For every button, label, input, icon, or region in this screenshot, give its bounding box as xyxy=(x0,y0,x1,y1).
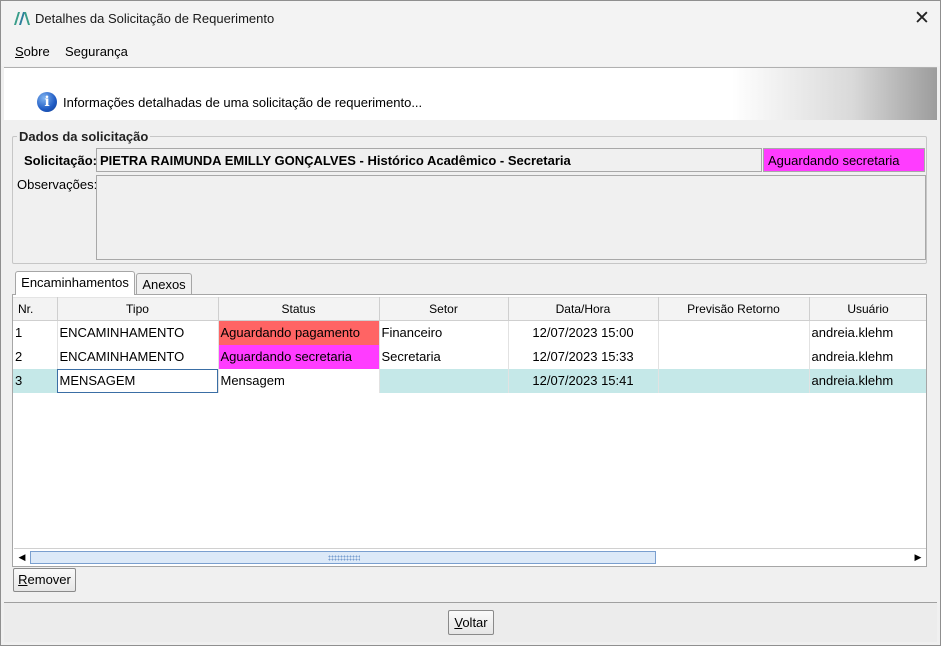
scrollbar-grip-icon xyxy=(328,555,360,561)
solicitacao-label: Solicitação: xyxy=(24,153,97,168)
cell-datahora: 12/07/2023 15:41 xyxy=(508,368,659,393)
observacoes-label: Observações: xyxy=(17,177,98,192)
column-header-datahora[interactable]: Data/Hora xyxy=(508,297,659,321)
window-title: Detalhes da Solicitação de Requerimento xyxy=(35,11,275,26)
menu-sobre-mnemonic: S xyxy=(15,44,24,59)
tab-anexos[interactable]: Anexos xyxy=(136,273,192,295)
voltar-label: oltar xyxy=(462,615,488,630)
menu-seguranca[interactable]: Segurança xyxy=(65,44,128,59)
cell-usuario: andreia.klehm xyxy=(809,368,926,393)
details-group-title: Dados da solicitação xyxy=(17,129,151,144)
cell-status: Aguardando pagamento xyxy=(218,320,380,345)
column-header-previsao[interactable]: Previsão Retorno xyxy=(658,297,810,321)
column-header-tipo[interactable]: Tipo xyxy=(57,297,219,321)
scroll-left-icon[interactable]: ◀ xyxy=(14,550,30,565)
voltar-button[interactable]: Voltar xyxy=(448,610,494,635)
column-header-nr[interactable]: Nr. xyxy=(13,297,58,321)
solicitacao-field[interactable]: PIETRA RAIMUNDA EMILLY GONÇALVES - Histó… xyxy=(96,148,762,172)
cell-status: Aguardando secretaria xyxy=(218,344,380,369)
close-icon[interactable]: ✕ xyxy=(907,5,937,33)
cell-setor xyxy=(379,368,509,393)
remover-label: emover xyxy=(27,572,71,587)
status-badge: Aguardando secretaria xyxy=(763,148,925,172)
cell-datahora: 12/07/2023 15:33 xyxy=(508,344,659,369)
column-header-usuario[interactable]: Usuário xyxy=(809,297,926,321)
info-banner: i Informações detalhadas de uma solicita… xyxy=(4,67,937,120)
cell-setor: Financeiro xyxy=(379,320,509,345)
info-icon: i xyxy=(37,92,57,112)
cell-tipo: ENCAMINHAMENTO xyxy=(57,320,219,345)
cell-nr: 1 xyxy=(13,320,58,345)
cell-datahora: 12/07/2023 15:00 xyxy=(508,320,659,345)
menu-sobre-label: obre xyxy=(23,44,50,59)
table-row[interactable]: 1 ENCAMINHAMENTO Aguardando pagamento Fi… xyxy=(13,320,926,345)
app-logo-icon xyxy=(14,12,30,25)
remover-button[interactable]: Remover xyxy=(13,568,76,592)
table-row[interactable]: 2 ENCAMINHAMENTO Aguardando secretaria S… xyxy=(13,344,926,369)
cell-previsao xyxy=(658,320,810,345)
cell-tipo-focused[interactable]: MENSAGEM xyxy=(57,368,219,393)
banner-text: Informações detalhadas de uma solicitaçã… xyxy=(63,95,423,110)
cell-setor: Secretaria xyxy=(379,344,509,369)
scroll-right-icon[interactable]: ▶ xyxy=(910,550,926,565)
cell-usuario: andreia.klehm xyxy=(809,320,926,345)
cell-usuario: andreia.klehm xyxy=(809,344,926,369)
table-row-selected[interactable]: 3 MENSAGEM Mensagem 12/07/2023 15:41 and… xyxy=(13,368,926,393)
cell-previsao xyxy=(658,344,810,369)
cell-nr: 2 xyxy=(13,344,58,369)
encaminhamentos-table: Nr. Tipo Status Setor Data/Hora Previsão… xyxy=(13,297,926,548)
scrollbar-thumb[interactable] xyxy=(30,551,656,564)
horizontal-scrollbar[interactable]: ◀ ▶ xyxy=(14,548,926,565)
observacoes-field[interactable] xyxy=(96,175,926,260)
cell-status: Mensagem xyxy=(218,368,380,393)
column-header-setor[interactable]: Setor xyxy=(379,297,509,321)
menu-sobre[interactable]: Sobre xyxy=(15,44,50,59)
menu-bar: Sobre Segurança xyxy=(0,36,941,66)
cell-tipo: ENCAMINHAMENTO xyxy=(57,344,219,369)
title-bar: Detalhes da Solicitação de Requerimento … xyxy=(0,0,941,36)
cell-nr: 3 xyxy=(13,368,58,393)
column-header-status[interactable]: Status xyxy=(218,297,380,321)
table-header: Nr. Tipo Status Setor Data/Hora Previsão… xyxy=(13,297,926,321)
menu-seguranca-label: Segurança xyxy=(65,44,128,59)
cell-previsao xyxy=(658,368,810,393)
remover-mnemonic: R xyxy=(18,572,28,587)
tab-encaminhamentos[interactable]: Encaminhamentos xyxy=(15,271,135,295)
